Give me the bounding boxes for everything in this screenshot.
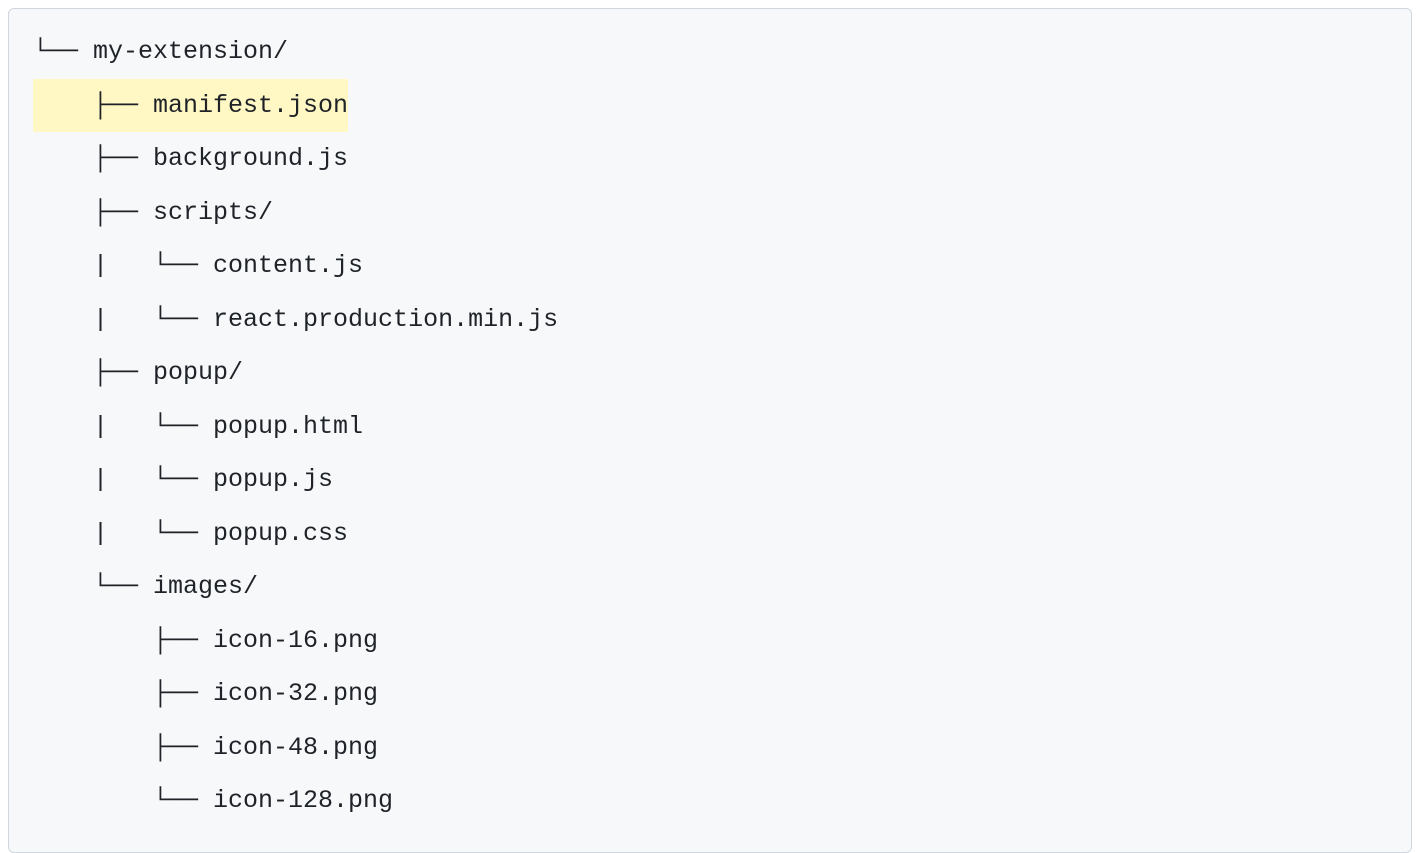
tree-text: icon-48.png	[213, 733, 378, 762]
tree-text: background.js	[153, 144, 348, 173]
tree-text: scripts/	[153, 198, 273, 227]
tree-prefix: | └──	[33, 305, 213, 334]
tree-line: ├── icon-16.png	[33, 614, 1387, 668]
tree-text: icon-32.png	[213, 679, 378, 708]
tree-prefix: ├──	[33, 626, 213, 655]
tree-line: ├── background.js	[33, 132, 1387, 186]
tree-prefix: └──	[33, 37, 93, 66]
tree-text: react.production.min.js	[213, 305, 558, 334]
tree-prefix: | └──	[33, 465, 213, 494]
tree-prefix: ├──	[33, 679, 213, 708]
tree-prefix: └──	[33, 786, 213, 815]
tree-line: └── icon-128.png	[33, 774, 1387, 828]
tree-line: | └── popup.css	[33, 507, 1387, 561]
tree-highlight: ├── manifest.json	[33, 79, 348, 133]
tree-line: | └── popup.html	[33, 400, 1387, 454]
tree-line: └── images/	[33, 560, 1387, 614]
tree-prefix: ├──	[33, 358, 153, 387]
tree-text: content.js	[213, 251, 363, 280]
tree-line: ├── icon-32.png	[33, 667, 1387, 721]
tree-line: | └── content.js	[33, 239, 1387, 293]
tree-text: images/	[153, 572, 258, 601]
tree-line: └── my-extension/	[33, 25, 1387, 79]
tree-line: ├── popup/	[33, 346, 1387, 400]
tree-prefix: | └──	[33, 412, 213, 441]
tree-line: ├── icon-48.png	[33, 721, 1387, 775]
tree-text: icon-128.png	[213, 786, 393, 815]
directory-tree-code-block: └── my-extension/ ├── manifest.json ├── …	[8, 8, 1412, 853]
tree-text: popup.css	[213, 519, 348, 548]
tree-line: ├── scripts/	[33, 186, 1387, 240]
tree-prefix: └──	[33, 572, 153, 601]
tree-prefix: | └──	[33, 519, 213, 548]
tree-text: my-extension/	[93, 37, 288, 66]
tree-text: manifest.json	[153, 91, 348, 120]
tree-text: icon-16.png	[213, 626, 378, 655]
tree-prefix: ├──	[33, 144, 153, 173]
tree-prefix: ├──	[33, 733, 213, 762]
tree-line: ├── manifest.json	[33, 79, 1387, 133]
tree-text: popup/	[153, 358, 243, 387]
tree-prefix: | └──	[33, 251, 213, 280]
tree-line: | └── react.production.min.js	[33, 293, 1387, 347]
tree-line: | └── popup.js	[33, 453, 1387, 507]
tree-text: popup.js	[213, 465, 333, 494]
tree-prefix: ├──	[33, 198, 153, 227]
tree-text: popup.html	[213, 412, 363, 441]
tree-prefix: ├──	[33, 91, 153, 120]
